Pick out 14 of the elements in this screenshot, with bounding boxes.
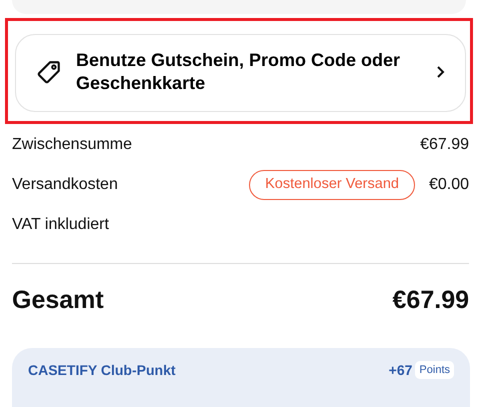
summary-value: €0.00 — [428, 175, 469, 195]
shipping-tag: Kostenloser Versand — [249, 170, 415, 200]
summary-label: Zwischensumme — [12, 135, 132, 155]
summary-label: VAT inkludiert — [12, 215, 109, 235]
points-value: +67 — [388, 360, 412, 380]
club-title: CASETIFY Club-Punkt — [28, 360, 177, 380]
total-value: €67.99 — [392, 285, 469, 316]
total-label: Gesamt — [12, 285, 104, 316]
summary-label: Versandkosten — [12, 175, 118, 195]
promo-code-button[interactable]: Benutze Gutschein, Promo Code oder Geschenkkarte — [15, 34, 466, 112]
points-unit: Points — [415, 360, 454, 380]
summary-value: €67.99 — [420, 135, 469, 155]
chevron-right-icon — [435, 65, 445, 79]
tag-icon — [36, 59, 62, 85]
